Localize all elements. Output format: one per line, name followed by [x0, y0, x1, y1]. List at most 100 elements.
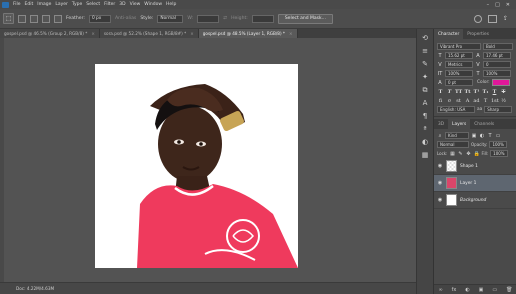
character-icon[interactable]: A — [421, 99, 430, 107]
delete-layer-icon[interactable]: 🗑 — [506, 287, 512, 293]
tab-character[interactable]: Character — [434, 29, 464, 39]
layer-row[interactable]: ◉ Shape 1 — [434, 158, 516, 175]
close-tab-icon[interactable]: × — [91, 31, 95, 36]
tab-gospel-group2[interactable]: gospel.psd @ 46.5% (Group 2, RGB/8) * × — [0, 29, 100, 38]
menu-select[interactable]: Select — [86, 2, 100, 7]
menu-window[interactable]: Window — [144, 2, 162, 7]
lock-move-icon[interactable]: ✥ — [465, 151, 471, 157]
paragraph-icon[interactable]: ¶ — [421, 112, 430, 120]
language-select[interactable]: English: USA — [437, 106, 475, 113]
tab-gospel-layer1[interactable]: gospel.psd @ 48.5% (Layer 1, RGB/8) * × — [198, 29, 298, 38]
filter-adjust-icon[interactable]: ◐ — [479, 133, 485, 139]
width-input[interactable] — [197, 14, 220, 23]
menu-3d[interactable]: 3D — [119, 2, 125, 7]
stylistic-alternates-button[interactable]: ad — [473, 98, 480, 104]
lock-pixels-icon[interactable]: ▦ — [449, 151, 455, 157]
add-selection-icon[interactable] — [30, 14, 38, 23]
tab-sora[interactable]: sora.psd @ 52.2% (Shape 1, RGB/8#) * × — [99, 29, 199, 38]
tab-layers[interactable]: Layers — [448, 119, 471, 129]
antialias-select[interactable]: Sharp — [484, 106, 513, 113]
height-input[interactable] — [251, 14, 274, 23]
new-layer-icon[interactable]: ▭ — [492, 287, 497, 293]
glyphs-icon[interactable]: ª — [421, 125, 430, 133]
filter-shape-icon[interactable]: ▭ — [495, 133, 501, 139]
menu-edit[interactable]: Edit — [25, 2, 34, 7]
history-icon[interactable]: ⟲ — [421, 34, 430, 42]
tracking-input[interactable]: 0 — [483, 61, 511, 68]
menu-filter[interactable]: Filter — [104, 2, 115, 7]
document-canvas[interactable] — [95, 64, 298, 268]
style-select[interactable]: Normal — [157, 14, 184, 23]
text-color-swatch[interactable] — [491, 79, 510, 86]
subscript-button[interactable]: T₁ — [482, 89, 489, 95]
baseline-shift-input[interactable]: 0 pt — [445, 79, 473, 86]
workspace-icon[interactable] — [487, 14, 497, 23]
link-layers-icon[interactable]: ∞ — [438, 287, 442, 293]
small-caps-button[interactable]: Tt — [464, 89, 471, 95]
filter-pixel-icon[interactable]: ▣ — [471, 133, 477, 139]
intersect-selection-icon[interactable] — [54, 14, 62, 23]
adjustment-layer-icon[interactable]: ◐ — [465, 287, 469, 293]
new-group-icon[interactable]: ▣ — [479, 287, 484, 293]
tab-properties[interactable]: Properties — [463, 29, 493, 39]
discretionary-ligatures-button[interactable]: st — [455, 98, 462, 104]
swap-icon[interactable]: ⇄ — [223, 16, 227, 21]
marquee-tool-icon[interactable]: ⬚ — [3, 13, 14, 24]
ligatures-button[interactable]: fi — [437, 98, 444, 104]
menu-help[interactable]: Help — [166, 2, 176, 7]
lock-paint-icon[interactable]: ✎ — [457, 151, 463, 157]
fill-input[interactable]: 100% — [490, 150, 509, 157]
close-tab-icon[interactable]: × — [289, 31, 293, 36]
menu-file[interactable]: File — [13, 2, 21, 7]
font-family-select[interactable]: Vibrant Pro — [437, 43, 481, 50]
ordinals-button[interactable]: 1st — [491, 98, 499, 104]
titling-button[interactable]: T — [482, 98, 489, 104]
eye-icon[interactable]: ◉ — [437, 163, 443, 169]
select-and-mask-button[interactable]: Select and Mask... — [277, 13, 333, 24]
layer-style-icon[interactable]: fx — [452, 287, 457, 293]
vertical-scale-input[interactable]: 100% — [445, 70, 473, 77]
blend-mode-select[interactable]: Normal — [437, 141, 469, 148]
new-selection-icon[interactable] — [18, 14, 26, 23]
underline-button[interactable]: T — [491, 89, 498, 95]
old-style-button[interactable]: σ — [446, 98, 453, 104]
horizontal-scale-input[interactable]: 100% — [483, 70, 511, 77]
lock-all-icon[interactable]: 🔒 — [473, 151, 479, 157]
layer-row[interactable]: ◉ Background — [434, 192, 516, 209]
close-button[interactable]: ✕ — [506, 2, 510, 8]
close-tab-icon[interactable]: × — [190, 31, 194, 36]
feather-input[interactable]: 0 px — [88, 14, 111, 23]
menu-layer[interactable]: Layer — [55, 2, 68, 7]
subtract-selection-icon[interactable] — [42, 14, 50, 23]
menu-view[interactable]: View — [130, 2, 141, 7]
brushes-icon[interactable]: ✦ — [421, 73, 430, 81]
all-caps-button[interactable]: TT — [455, 89, 462, 95]
faux-italic-button[interactable]: T — [446, 89, 453, 95]
maximize-button[interactable]: □ — [495, 2, 500, 8]
strikethrough-button[interactable]: T — [500, 89, 507, 95]
swash-button[interactable]: A — [464, 98, 471, 104]
menu-image[interactable]: Image — [37, 2, 51, 7]
share-icon[interactable]: ⇪ — [503, 15, 508, 22]
styles-icon[interactable]: ▦ — [421, 151, 430, 159]
tab-3d[interactable]: 3D — [434, 119, 448, 129]
antialias-checkbox[interactable]: Anti-alias — [115, 16, 136, 21]
font-size-input[interactable]: 15.62 pt — [445, 52, 473, 59]
opacity-input[interactable]: 100% — [489, 141, 508, 148]
filter-type-icon[interactable]: T — [487, 133, 493, 139]
layer-filter-select[interactable]: Kind — [445, 132, 469, 139]
fractions-button[interactable]: ½ — [500, 98, 507, 104]
clone-source-icon[interactable]: ⧉ — [421, 86, 430, 94]
font-style-select[interactable]: Bold — [483, 43, 513, 50]
faux-bold-button[interactable]: T — [437, 89, 444, 95]
layer-row[interactable]: ◉ Layer 1 — [434, 175, 516, 192]
search-icon[interactable] — [473, 14, 482, 23]
kerning-select[interactable]: Metrics — [445, 61, 473, 68]
eye-icon[interactable]: ◉ — [437, 197, 443, 203]
minimize-button[interactable]: – — [487, 2, 490, 8]
eye-icon[interactable]: ◉ — [437, 180, 443, 186]
menu-type[interactable]: Type — [72, 2, 82, 7]
brush-settings-icon[interactable]: ✎ — [421, 60, 430, 68]
superscript-button[interactable]: T¹ — [473, 89, 480, 95]
leading-input[interactable]: 17.46 pt — [483, 52, 511, 59]
